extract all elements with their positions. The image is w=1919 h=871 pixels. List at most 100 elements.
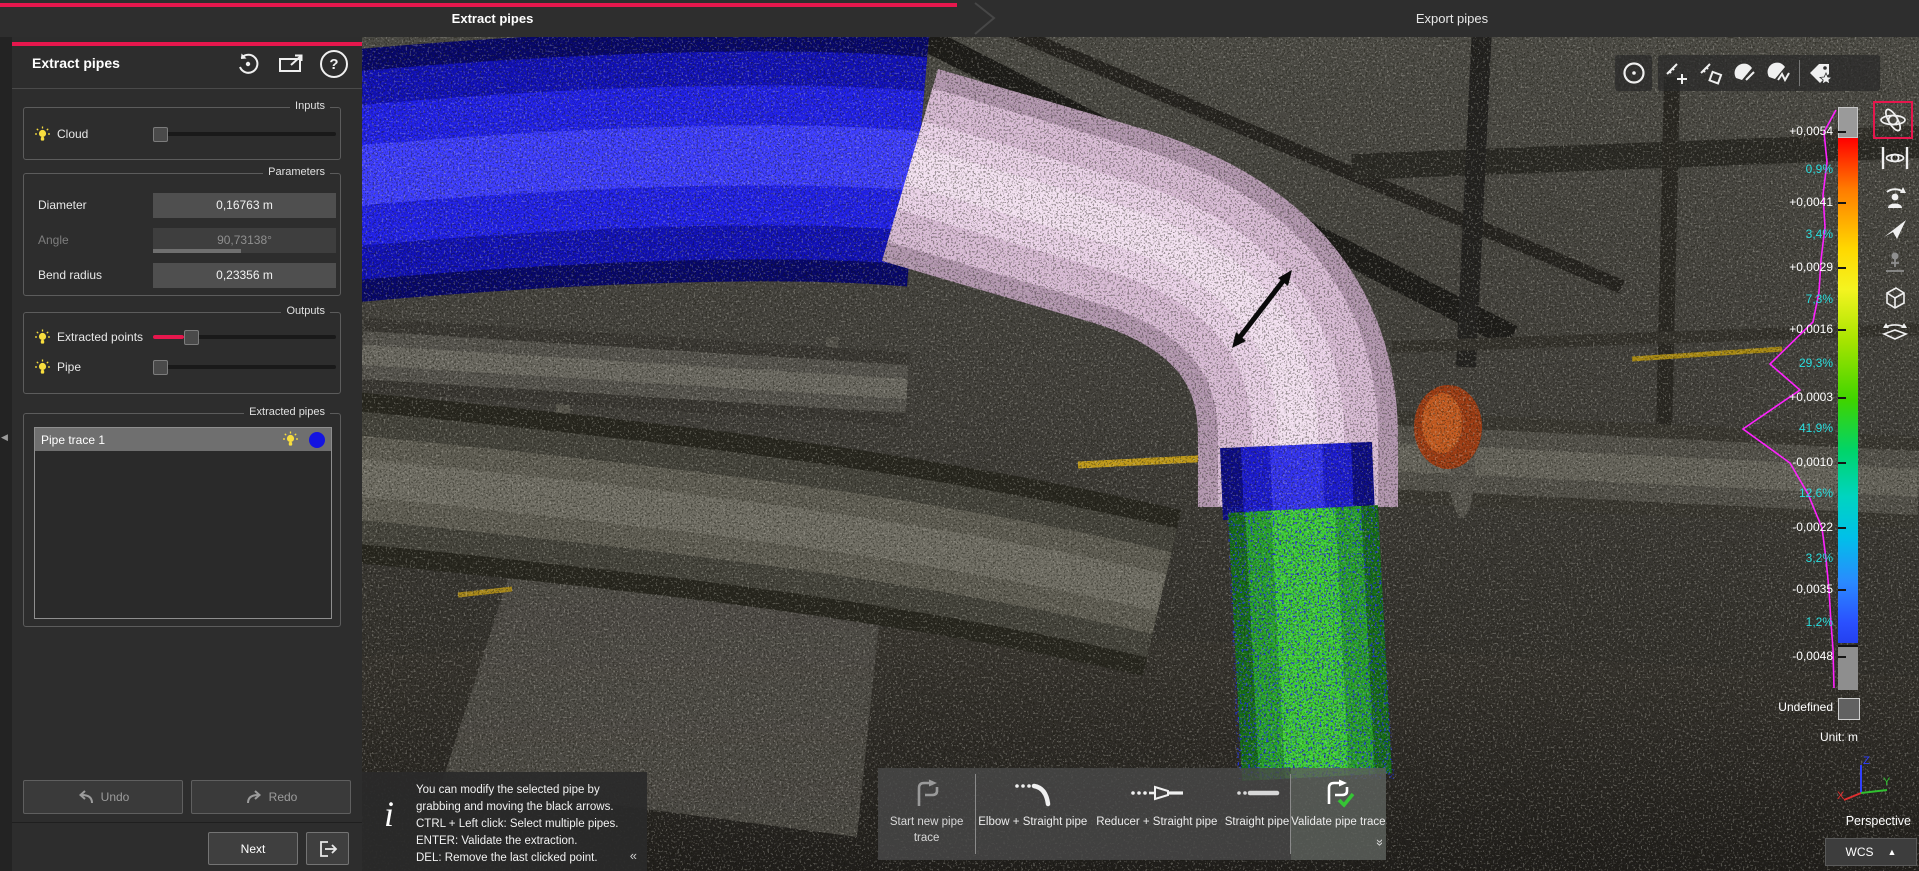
redo-button[interactable]: Redo <box>191 780 351 814</box>
cloud-opacity-slider[interactable] <box>153 127 336 141</box>
scale-label: +0,0016 <box>1789 322 1833 336</box>
undefined-label: Undefined <box>1778 700 1833 714</box>
tab-export-pipes[interactable]: Export pipes <box>985 0 1919 37</box>
point-speckle-dark <box>362 37 1919 871</box>
tab-label: Export pipes <box>1416 11 1488 26</box>
extracted-pipes-group: Extracted pipes Pipe trace 1 <box>23 413 341 627</box>
coordinate-system-dropdown[interactable]: WCS ▲ <box>1825 838 1917 866</box>
scale-tick <box>1838 527 1846 529</box>
diameter-field[interactable]: 0,16763 m <box>153 193 336 218</box>
visibility-bulb-icon[interactable] <box>282 431 299 448</box>
undo-button[interactable]: Undo <box>23 780 183 814</box>
scale-overflow-bottom <box>1838 645 1858 690</box>
measure-box-icon[interactable] <box>1694 56 1728 90</box>
info-line: You can modify the selected pipe by <box>416 782 619 799</box>
scale-tick <box>1838 589 1846 591</box>
scale-label: 3,4% <box>1806 227 1833 241</box>
redo-arrow-icon <box>245 789 263 805</box>
orbit-icon[interactable] <box>1873 101 1913 139</box>
straight-pipe-button[interactable]: Straight pipe <box>1224 768 1289 860</box>
list-item-pipe-trace[interactable]: Pipe trace 1 <box>35 428 331 451</box>
scale-label: 41,9% <box>1799 421 1833 435</box>
info-icon: i <box>384 796 394 832</box>
tool-group-view <box>1615 55 1652 91</box>
tab-extract-pipes[interactable]: Extract pipes <box>0 0 985 37</box>
scale-label: 3,2% <box>1806 551 1833 565</box>
cs-label: WCS <box>1846 845 1874 859</box>
label-tag-icon[interactable] <box>1803 56 1837 90</box>
exit-icon <box>317 839 339 859</box>
validate-pipe-trace-icon <box>1320 778 1356 808</box>
toolbar-collapse-icon[interactable]: « <box>1371 839 1386 846</box>
point-cloud-scene[interactable] <box>362 37 1919 871</box>
center-view-icon[interactable] <box>1617 56 1651 90</box>
info-line: CTRL + Left click: Select multiple pipes… <box>416 816 619 833</box>
elbow-pipe-icon <box>1011 778 1055 808</box>
walk-icon[interactable] <box>1877 246 1913 280</box>
help-icon[interactable]: ? <box>320 50 348 78</box>
export-window-icon[interactable] <box>277 50 305 78</box>
extract-pipes-panel: Extract pipes ? Inputs Cloud <box>12 37 362 871</box>
scale-label: +0,0041 <box>1789 195 1833 209</box>
dropdown-up-icon: ▲ <box>1888 847 1897 857</box>
scale-label: 7,3% <box>1806 292 1833 306</box>
scale-label: -0,0035 <box>1792 582 1833 596</box>
inputs-group: Inputs Cloud <box>23 107 341 160</box>
reducer-pipe-icon <box>1128 778 1186 808</box>
reset-icon[interactable] <box>234 50 262 78</box>
svg-text:Y: Y <box>1883 776 1891 788</box>
extracted-pipes-list[interactable]: Pipe trace 1 <box>34 427 332 619</box>
tool-group-measure <box>1658 55 1880 91</box>
extracted-points-slider[interactable] <box>153 330 336 344</box>
view-cube-icon[interactable] <box>1877 280 1913 314</box>
pipe-color-swatch[interactable] <box>309 432 325 448</box>
bend-radius-label: Bend radius <box>38 268 102 282</box>
pipe-label: Pipe <box>57 360 81 374</box>
scale-tick <box>1838 131 1846 133</box>
visibility-bulb-icon[interactable] <box>34 359 51 376</box>
scale-gradient <box>1838 138 1858 643</box>
parameters-group-label: Parameters <box>263 166 330 178</box>
turntable-icon[interactable] <box>1877 314 1913 348</box>
scale-tick <box>1838 462 1846 464</box>
axis-triad: Z X Y <box>1835 755 1891 805</box>
start-new-pipe-trace-button: Start new pipe trace <box>878 768 975 860</box>
scale-label: 0,9% <box>1806 162 1833 176</box>
reducer-straight-pipe-button[interactable]: Reducer + Straight pipe <box>1089 768 1224 860</box>
panel-accent-line <box>12 42 362 46</box>
visibility-bulb-icon[interactable] <box>34 329 51 346</box>
scale-tick <box>1838 329 1846 331</box>
scale-label: 29,3% <box>1799 356 1833 370</box>
fly-icon[interactable] <box>1877 213 1913 247</box>
collapse-panel-icon[interactable]: ◀ <box>1 432 8 443</box>
undefined-color-swatch[interactable] <box>1838 698 1860 720</box>
projection-mode-label[interactable]: Perspective <box>1846 814 1911 828</box>
constrained-orbit-icon[interactable] <box>1877 141 1913 175</box>
next-label: Next <box>241 842 266 856</box>
elbow-straight-pipe-button[interactable]: Elbow + Straight pipe <box>976 768 1089 860</box>
exit-step-button[interactable] <box>306 832 349 865</box>
visibility-bulb-icon[interactable] <box>34 126 51 143</box>
info-collapse-icon[interactable]: « <box>630 848 637 863</box>
bend-radius-field[interactable]: 0,23356 m <box>153 263 336 288</box>
extracted-points-label: Extracted points <box>57 330 143 344</box>
toolbar-separator <box>1799 60 1800 86</box>
add-measure-icon[interactable] <box>1660 56 1694 90</box>
look-around-icon[interactable] <box>1877 179 1913 213</box>
next-button[interactable]: Next <box>208 832 298 865</box>
validate-pipe-trace-button[interactable]: Validate pipe trace <box>1291 768 1386 860</box>
extracted-pipes-group-label: Extracted pipes <box>244 406 330 418</box>
angle-progress-strip <box>153 249 241 253</box>
angle-measure-icon[interactable] <box>1728 56 1762 90</box>
help-glyph: ? <box>329 56 338 73</box>
cloud-label: Cloud <box>57 127 88 141</box>
outputs-group: Outputs Extracted points Pipe <box>23 312 341 394</box>
workflow-bar: Extract pipes Export pipes <box>0 0 1919 37</box>
viewport-3d[interactable]: +0,0054 0,9% +0,0041 3,4% +0,0029 7,3% +… <box>362 37 1919 871</box>
svg-text:Z: Z <box>1863 755 1870 767</box>
pipe-opacity-slider[interactable] <box>153 360 336 374</box>
angle-section-measure-icon[interactable] <box>1762 56 1796 90</box>
scale-label: 12,6% <box>1799 486 1833 500</box>
application-window: { "top_bar": { "progress_color": "#e6174… <box>0 0 1919 871</box>
color-scale-bar[interactable] <box>1838 107 1858 718</box>
